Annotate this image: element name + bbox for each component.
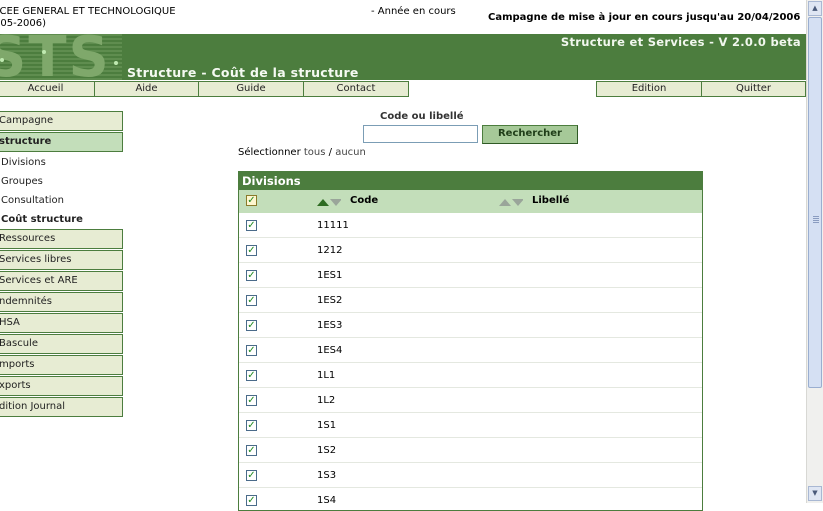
annee-label: - Année en cours (371, 6, 456, 17)
table-row[interactable]: ✓ 1S4 (239, 488, 702, 510)
table-title: Divisions (239, 172, 702, 190)
row-code: 1S1 (317, 420, 337, 431)
sidebar-item-ressources[interactable]: Ressources (0, 229, 123, 249)
row-checkbox[interactable]: ✓ (246, 495, 257, 506)
row-checkbox[interactable]: ✓ (246, 270, 257, 281)
page-title: Structure - Coût de la structure (127, 65, 359, 80)
nav-guide[interactable]: Guide (198, 81, 304, 97)
scroll-up-icon[interactable]: ▲ (808, 1, 822, 16)
sidebar-sub-groupes[interactable]: Groupes (1, 176, 43, 187)
table-row[interactable]: ✓ 1212 (239, 238, 702, 263)
scroll-down-icon[interactable]: ▼ (808, 486, 822, 501)
sidebar-item-indemnites[interactable]: ndemnités (0, 292, 123, 312)
sidebar-item-edition-journal[interactable]: dition Journal (0, 397, 123, 417)
search-button[interactable]: Rechercher (482, 125, 578, 144)
row-checkbox[interactable]: ✓ (246, 445, 257, 456)
nav-edition[interactable]: Edition (596, 81, 702, 97)
scroll-thumb[interactable] (808, 17, 822, 388)
school-line-1: YCEE GENERAL ET TECHNOLOGIQUE (0, 6, 176, 17)
select-separator: / (328, 147, 333, 158)
sts-logo: STS (0, 34, 122, 80)
table-row[interactable]: ✓ 1ES2 (239, 288, 702, 313)
school-name: YCEE GENERAL ET TECHNOLOGIQUE 005-2006) (0, 6, 176, 30)
logo-text: STS (0, 34, 111, 80)
school-line-2: 005-2006) (0, 18, 47, 29)
logo-dot (42, 50, 46, 54)
sidebar-item-services-libres[interactable]: Services libres (0, 250, 123, 270)
row-checkbox[interactable]: ✓ (246, 295, 257, 306)
table-row[interactable]: ✓ 1S3 (239, 463, 702, 488)
vertical-scrollbar[interactable]: ▲ ▼ (806, 0, 823, 503)
select-all-checkbox[interactable]: ✓ (246, 195, 257, 206)
row-code: 1S3 (317, 470, 337, 481)
row-checkbox[interactable]: ✓ (246, 370, 257, 381)
app-title: Structure et Services - V 2.0.0 beta (560, 35, 801, 49)
row-code: 11111 (317, 220, 349, 231)
select-none-link[interactable]: aucun (335, 147, 366, 158)
search-label: Code ou libellé (380, 111, 464, 122)
sidebar-sub-consultation[interactable]: Consultation (1, 195, 64, 206)
row-code: 1S2 (317, 445, 337, 456)
sidebar-item-services-are[interactable]: Services et ARE (0, 271, 123, 291)
sort-code-icon[interactable] (317, 198, 341, 206)
table-row[interactable]: ✓ 1S1 (239, 413, 702, 438)
campagne-notice: Campagne de mise à jour en cours jusqu'a… (488, 12, 801, 23)
table-row[interactable]: ✓ 11111 (239, 213, 702, 238)
sidebar-item-structure[interactable]: structure (0, 132, 123, 152)
logo-dot (0, 58, 4, 62)
row-checkbox[interactable]: ✓ (246, 220, 257, 231)
row-checkbox[interactable]: ✓ (246, 245, 257, 256)
table-header-row: ✓ Code Libellé (239, 190, 702, 213)
table-row[interactable]: ✓ 1L1 (239, 363, 702, 388)
column-libelle[interactable]: Libellé (532, 195, 569, 206)
sidebar-sub-cout-structure[interactable]: Coût structure (1, 214, 83, 225)
row-checkbox[interactable]: ✓ (246, 420, 257, 431)
divisions-table: Divisions ✓ Code Libellé ✓ 11111 ✓ 1212 ✓ 1ES… (238, 171, 703, 511)
column-code[interactable]: Code (350, 195, 378, 206)
select-line: Sélectionner tous / aucun (238, 147, 366, 158)
nav-aide[interactable]: Aide (94, 81, 199, 97)
sidebar-item-hsa[interactable]: HSA (0, 313, 123, 333)
table-row[interactable]: ✓ 1ES4 (239, 338, 702, 363)
sort-libelle-icon[interactable] (499, 198, 523, 206)
table-row[interactable]: ✓ 1ES3 (239, 313, 702, 338)
logo-dot (114, 61, 118, 65)
row-code: 1212 (317, 245, 343, 256)
nav-quitter[interactable]: Quitter (701, 81, 806, 97)
row-code: 1ES1 (317, 270, 343, 281)
row-code: 1ES4 (317, 345, 343, 356)
grip-icon (813, 216, 819, 224)
row-code: 1L2 (317, 395, 336, 406)
select-all-link[interactable]: tous (304, 147, 326, 158)
select-prefix: Sélectionner (238, 147, 301, 158)
row-code: 1ES3 (317, 320, 343, 331)
sidebar-item-bascule[interactable]: Bascule (0, 334, 123, 354)
sidebar-item-imports[interactable]: mports (0, 355, 123, 375)
search-input[interactable] (363, 125, 478, 143)
nav-accueil[interactable]: Accueil (0, 81, 95, 97)
sidebar-item-exports[interactable]: xports (0, 376, 123, 396)
row-code: 1ES2 (317, 295, 343, 306)
row-code: 1L1 (317, 370, 336, 381)
table-row[interactable]: ✓ 1L2 (239, 388, 702, 413)
row-checkbox[interactable]: ✓ (246, 320, 257, 331)
table-row[interactable]: ✓ 1ES1 (239, 263, 702, 288)
row-code: 1S4 (317, 495, 337, 506)
row-checkbox[interactable]: ✓ (246, 395, 257, 406)
row-checkbox[interactable]: ✓ (246, 470, 257, 481)
nav-contact[interactable]: Contact (303, 81, 409, 97)
sidebar-sub-divisions[interactable]: Divisions (1, 157, 46, 168)
table-row[interactable]: ✓ 1S2 (239, 438, 702, 463)
sidebar-item-campagne[interactable]: Campagne (0, 111, 123, 131)
row-checkbox[interactable]: ✓ (246, 345, 257, 356)
